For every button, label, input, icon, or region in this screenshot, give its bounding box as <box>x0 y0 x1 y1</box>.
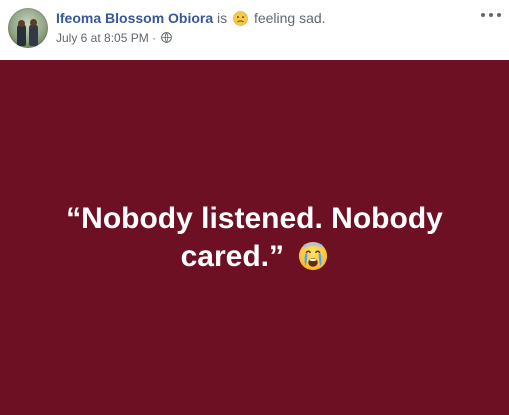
avatar-head-left <box>18 20 25 27</box>
more-options-icon[interactable] <box>481 8 501 22</box>
author-avatar[interactable] <box>8 8 48 48</box>
sad-face-icon <box>233 11 248 26</box>
dot <box>481 13 485 17</box>
crying-face-icon <box>299 241 328 271</box>
avatar-figure-right <box>29 24 38 46</box>
activity-prefix: is <box>217 10 228 26</box>
meta-separator: · <box>152 31 157 45</box>
globe-icon[interactable] <box>161 32 173 43</box>
status-message: “Nobody listened. Nobody cared.” <box>40 200 469 276</box>
facebook-post: Ifeoma Blossom Obiora is feeling sad. Ju… <box>0 0 509 415</box>
avatar-figure-left <box>17 24 26 46</box>
feeling-text[interactable]: feeling sad. <box>254 10 326 26</box>
post-meta: July 6 at 8:05 PM · <box>56 31 173 45</box>
dot <box>489 13 493 17</box>
author-name-link[interactable]: Ifeoma Blossom Obiora <box>56 10 213 26</box>
dot <box>497 13 501 17</box>
post-timestamp[interactable]: July 6 at 8:05 PM <box>56 31 149 45</box>
status-quote: “Nobody listened. Nobody cared.” <box>66 202 443 273</box>
avatar-head-right <box>30 19 37 26</box>
post-headline: Ifeoma Blossom Obiora is feeling sad. <box>56 9 326 27</box>
post-header: Ifeoma Blossom Obiora is feeling sad. Ju… <box>0 0 509 60</box>
status-background: “Nobody listened. Nobody cared.” <box>0 60 509 415</box>
